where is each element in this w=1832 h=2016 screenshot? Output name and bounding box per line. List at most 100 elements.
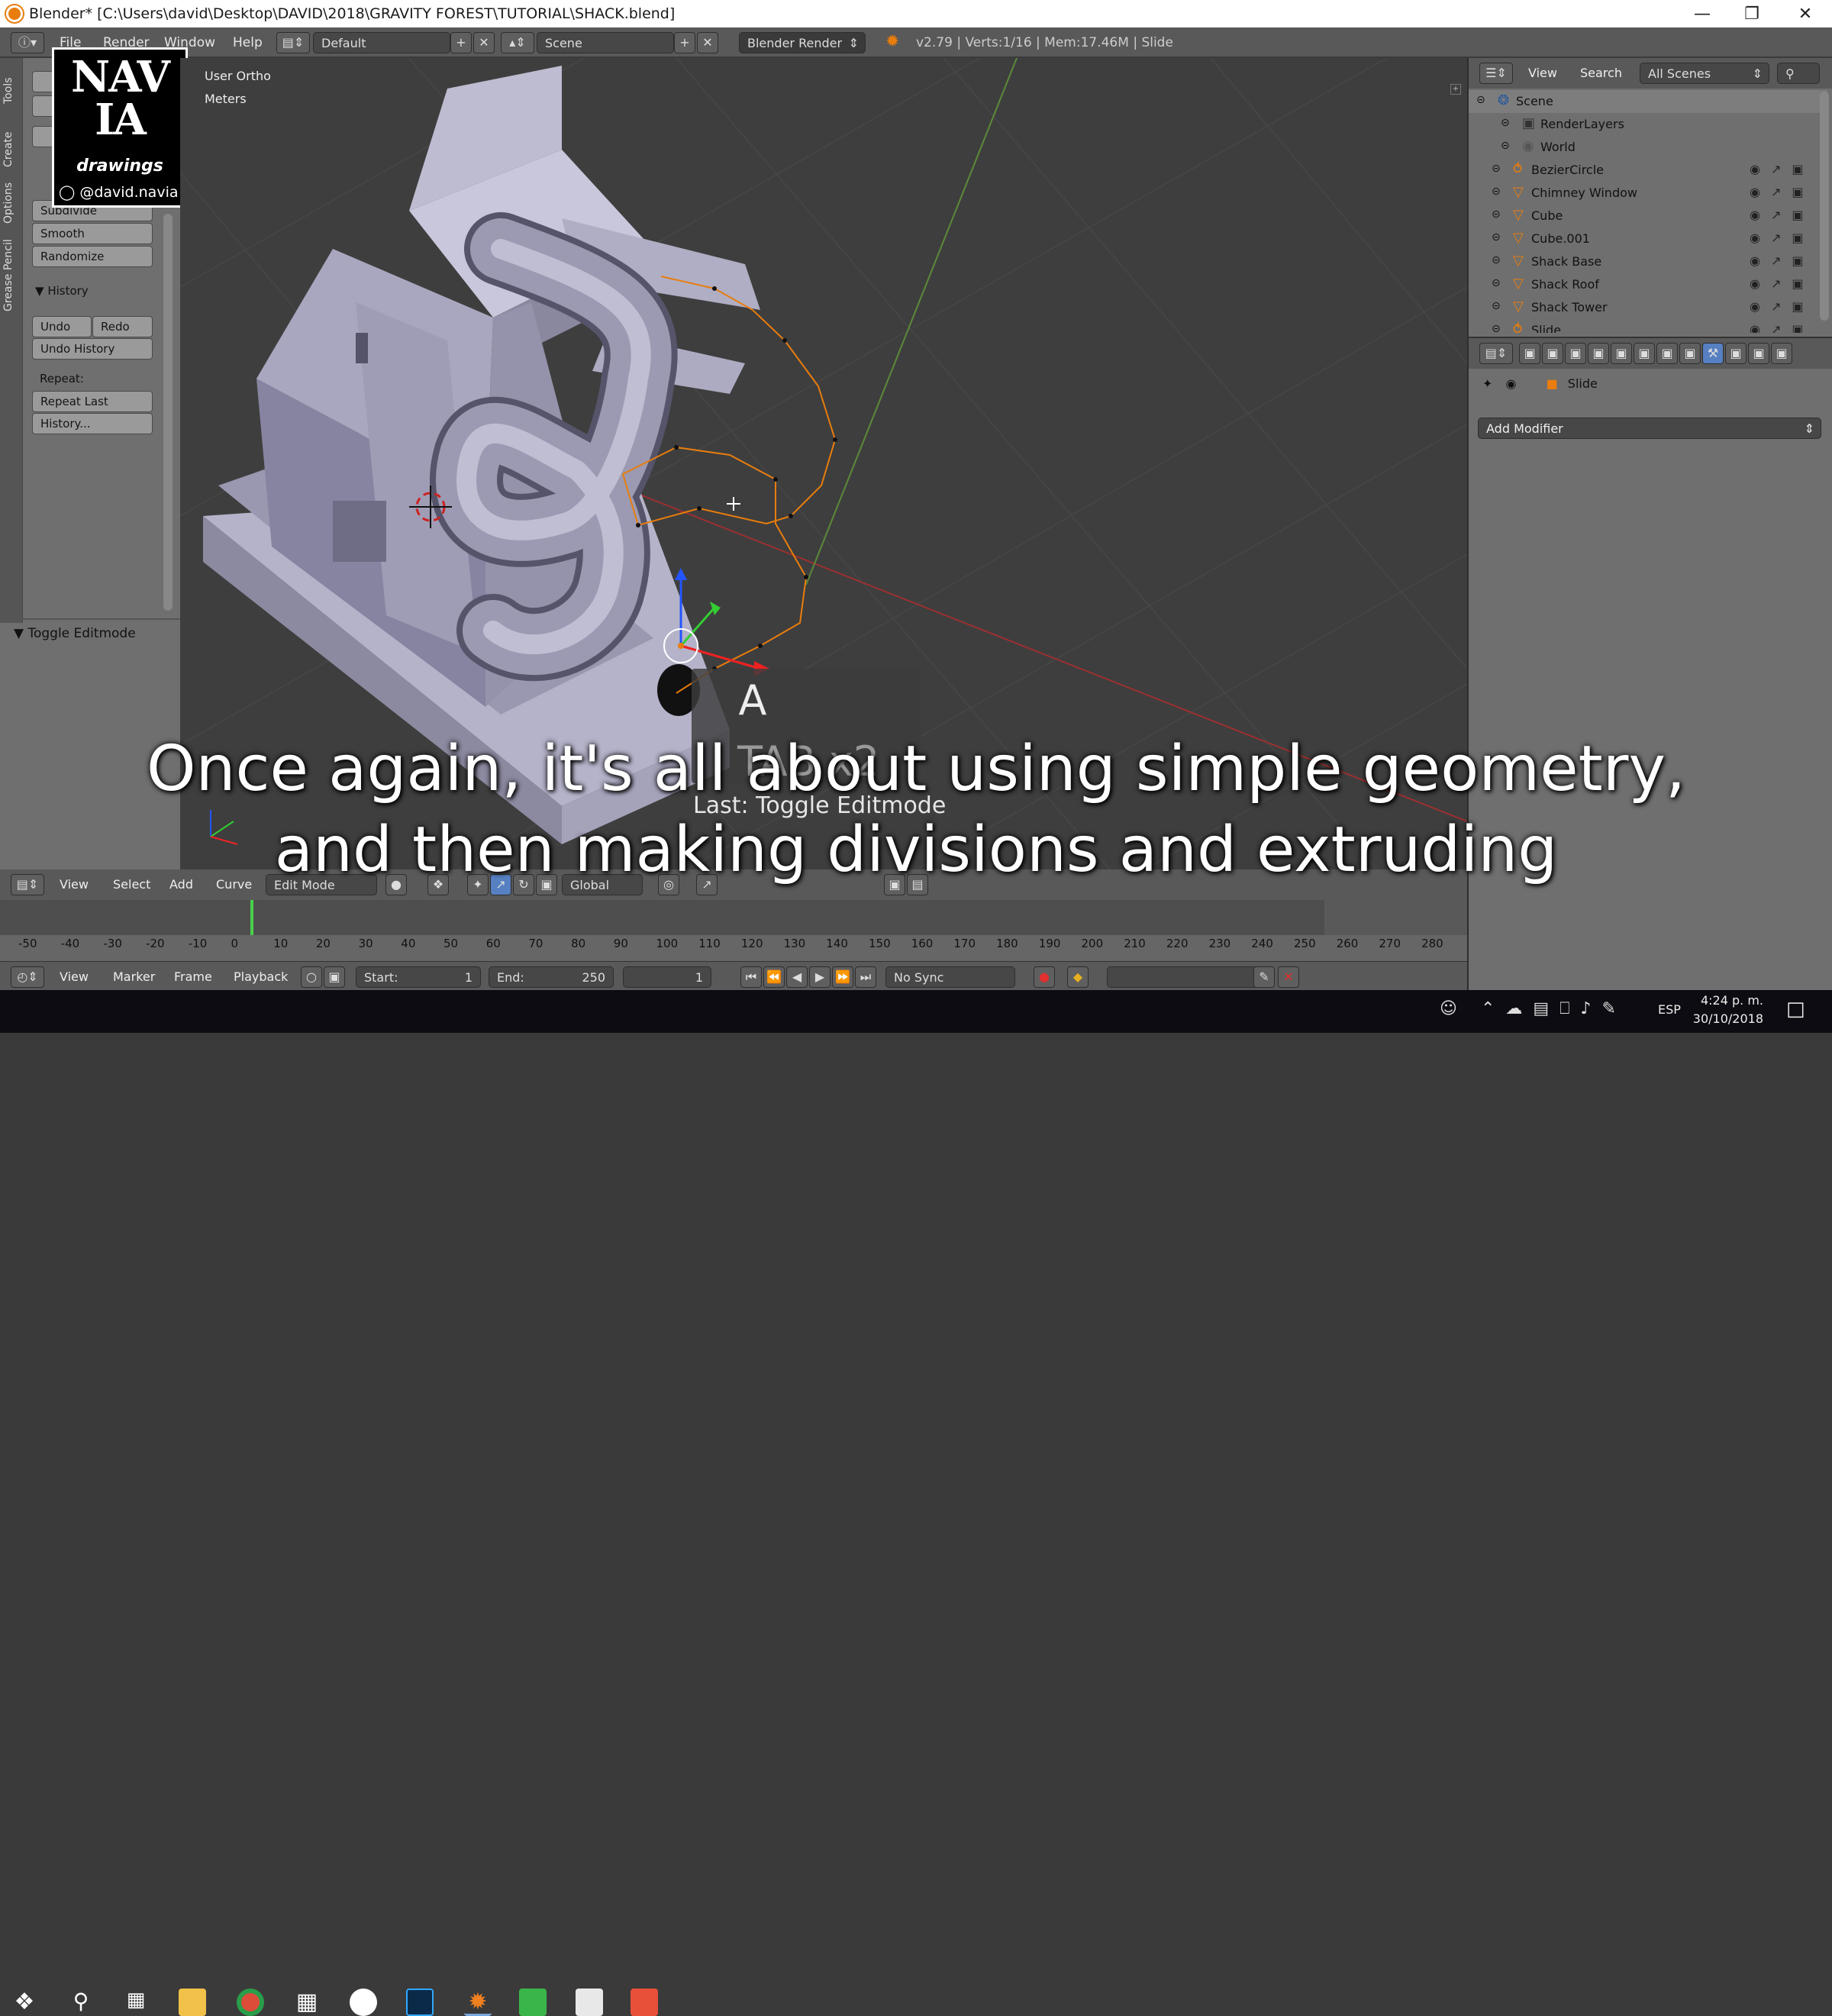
randomize-button[interactable]: Randomize [32,246,153,267]
file-explorer-icon[interactable] [179,1989,206,2016]
outliner-item-shack-tower[interactable]: ⊝ ▽ Shack Tower ◉↗▣ [1469,296,1827,319]
blender-taskbar-icon[interactable]: ✹ [464,1989,492,2016]
outliner-item-renderlayers[interactable]: ⊝ ▣ RenderLayers [1469,113,1827,136]
restore-button[interactable]: ❐ [1725,0,1779,27]
outliner-item-shack-roof[interactable]: ⊝ ▽ Shack Roof ◉↗▣ [1469,273,1827,296]
outliner-item-world[interactable]: ⊝ ◉ World [1469,136,1827,159]
expand-toggle-icon[interactable]: ⊝ [1492,277,1501,289]
add-layout-button[interactable]: + [450,32,472,53]
properties-tab-icon[interactable]: ▣ [1542,343,1563,364]
menu-view[interactable]: View [60,969,89,984]
timeline[interactable] [0,900,1467,961]
visibility-toggles[interactable]: ◉↗▣ [1750,322,1814,333]
visibility-toggles[interactable]: ◉↗▣ [1750,208,1814,222]
app-grey-icon[interactable] [576,1989,603,2016]
expand-toggle-icon[interactable]: ⊝ [1492,300,1501,312]
visibility-toggles[interactable]: ◉↗▣ [1750,253,1814,268]
chrome-icon[interactable] [237,1989,264,2016]
jump-end-icon[interactable]: ⏭ [855,966,876,988]
app-green-icon[interactable] [519,1989,547,2016]
input-language[interactable]: ESP [1658,1002,1681,1017]
redo-button[interactable]: Redo [92,316,153,337]
outliner-item-shack-base[interactable]: ⊝ ▽ Shack Base ◉↗▣ [1469,250,1827,273]
expand-toggle-icon[interactable]: ⊝ [1501,140,1510,152]
modifiers-tab-icon[interactable]: ⚒ [1702,343,1724,364]
operator-panel-header[interactable]: ▼ Toggle Editmode [14,626,136,641]
smooth-button[interactable]: Smooth [32,223,153,244]
task-view-icon[interactable]: ▦ [122,1989,150,2016]
screen-layout-field[interactable]: Default [313,32,450,53]
editor-type-properties-button[interactable]: ▤⇕ [1479,343,1513,364]
expand-properties-icon[interactable]: + [1450,84,1461,95]
expand-toggle-icon[interactable]: ⊝ [1492,231,1501,244]
outliner-item-cube[interactable]: ⊝ ▽ Cube ◉↗▣ [1469,205,1827,227]
close-button[interactable]: ✕ [1779,0,1832,27]
visibility-toggles[interactable]: ◉↗▣ [1750,299,1814,314]
add-modifier-select[interactable]: Add Modifier ⇕ [1478,418,1821,439]
jump-keyframe-back-icon[interactable]: ⏪ [763,966,785,988]
current-frame-indicator[interactable] [250,900,253,935]
clock-date[interactable]: 30/10/2018 [1687,1011,1763,1026]
scene-field[interactable]: Scene [537,32,674,53]
editor-type-info-button[interactable]: ⓘ▾ [11,32,44,53]
tab-grease-pencil[interactable]: Grease Pencil [2,230,21,321]
menu-marker[interactable]: Marker [113,969,155,984]
remove-layout-button[interactable]: ✕ [473,32,495,53]
people-icon[interactable]: ☺ [1440,999,1457,1018]
menu-playback[interactable]: Playback [234,969,288,984]
keying-set-icon[interactable]: ◆ [1067,966,1089,988]
search-icon[interactable]: ⚲ [67,1989,95,2016]
repeat-last-button[interactable]: Repeat Last [32,391,153,412]
current-frame-field[interactable]: 1 [623,966,711,988]
app-red-icon[interactable] [631,1989,658,2016]
layout-selector-icon[interactable]: ▤⇕ [276,32,310,53]
sync-mode-select[interactable]: No Sync [885,966,1015,988]
visibility-toggles[interactable]: ◉↗▣ [1750,276,1814,291]
visibility-toggles[interactable]: ◉↗▣ [1750,162,1814,176]
remove-scene-button[interactable]: ✕ [697,32,718,53]
insert-keyframe-icon[interactable]: ✎ [1253,966,1275,988]
tab-create[interactable]: Create [2,119,21,180]
display-mode-select[interactable]: All Scenes ⇕ [1640,63,1769,84]
photoshop-icon[interactable] [406,1989,434,2016]
expand-toggle-icon[interactable]: ⊝ [1476,94,1485,106]
undo-history-button[interactable]: Undo History [32,338,153,360]
outliner-item-scene[interactable]: ⊝ ❂ Scene [1469,90,1827,113]
expand-toggle-icon[interactable]: ⊝ [1492,163,1501,175]
properties-tab-icon[interactable]: ▣ [1748,343,1769,364]
system-tray-icons[interactable]: ⌃☁▤⎕♪✎ [1481,999,1627,1018]
tab-options[interactable]: Options [2,173,21,234]
play-reverse-icon[interactable]: ◀ [786,966,808,988]
expand-toggle-icon[interactable]: ⊝ [1492,254,1501,266]
lock-icon[interactable]: ▣ [324,966,345,988]
visibility-toggles[interactable]: ◉↗▣ [1750,231,1814,245]
menu-view[interactable]: View [1528,66,1557,80]
delete-keyframe-icon[interactable]: ✕ [1278,966,1299,988]
outliner-item-chimney-window[interactable]: ⊝ ▽ Chimney Window ◉↗▣ [1469,182,1827,205]
properties-tab-icon[interactable]: ▣ [1679,343,1701,364]
expand-toggle-icon[interactable]: ⊝ [1501,117,1510,129]
pin-icon[interactable]: ✦ [1482,376,1492,391]
add-scene-button[interactable]: + [674,32,695,53]
properties-tab-icon[interactable]: ▣ [1634,343,1655,364]
menu-search[interactable]: Search [1580,66,1622,80]
record-icon[interactable]: ● [1034,966,1055,988]
menu-help[interactable]: Help [233,35,263,50]
word-icon[interactable] [350,1989,377,2016]
jump-start-icon[interactable]: ⏮ [740,966,762,988]
start-frame-field[interactable]: Start: 1 [356,966,481,988]
render-engine-select[interactable]: Blender Render ⇕ [739,32,866,53]
history-button[interactable]: History... [32,413,153,434]
expand-toggle-icon[interactable]: ⊝ [1492,208,1501,221]
properties-tab-icon[interactable]: ▣ [1656,343,1678,364]
properties-tab-icon[interactable]: ▣ [1611,343,1632,364]
history-panel-header[interactable]: ▼ History [35,284,89,298]
tab-tools[interactable]: Tools [2,64,21,118]
visibility-toggles[interactable]: ◉↗▣ [1750,185,1814,199]
calendar-icon[interactable]: ▦ [293,1989,321,2016]
outliner-item-cube-001[interactable]: ⊝ ▽ Cube.001 ◉↗▣ [1469,227,1827,250]
properties-tab-icon[interactable]: ▣ [1725,343,1747,364]
properties-tab-icon[interactable]: ▣ [1588,343,1609,364]
notifications-icon[interactable]: □ [1786,998,1805,1021]
properties-tab-icon[interactable]: ▣ [1771,343,1792,364]
